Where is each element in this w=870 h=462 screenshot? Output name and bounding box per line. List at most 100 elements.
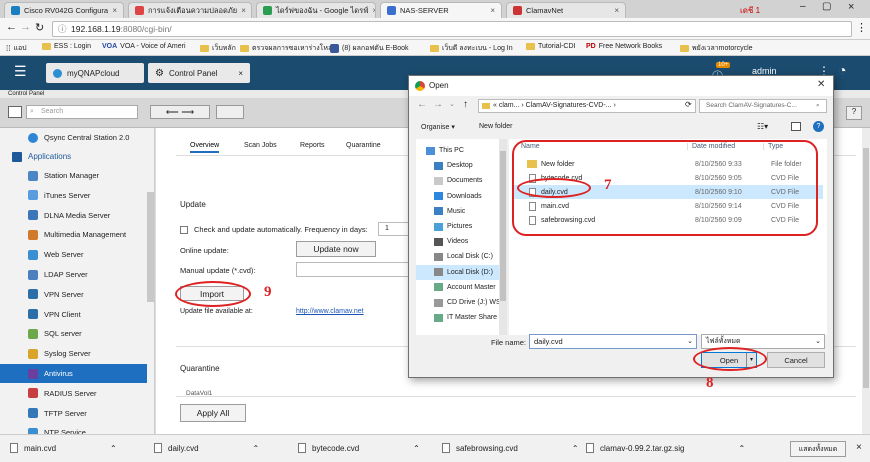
chevron-up-icon[interactable]: ⌃ [572,444,579,453]
browser-tab[interactable]: การแจ้งเตือนความปลอดภัย × [128,2,252,18]
close-icon[interactable]: × [490,6,495,15]
sidebar-item-multimedia-management[interactable]: Multimedia Management [0,225,147,244]
sidebar-item-dlna-media-server[interactable]: DLNA Media Server [0,206,147,225]
close-icon[interactable]: × [112,6,117,15]
bookmark-item[interactable]: PD Free Network Books [586,43,662,50]
nav-item[interactable]: Local Disk (D:) [416,264,504,280]
recent-dropdown-icon[interactable]: ⌄ [449,100,455,108]
download-item[interactable]: daily.cvd ⌃ [154,443,259,453]
sidebar-item-antivirus[interactable]: Antivirus [0,364,147,383]
nav-item[interactable]: Account Master [416,280,504,295]
bookmark-apps[interactable]: ⁞⁞ แอป [6,43,27,54]
download-item[interactable]: bytecode.cvd ⌃ [298,443,420,453]
nav-item[interactable]: Documents [416,173,504,188]
nav-item[interactable]: This PC [416,143,504,158]
nav-item[interactable]: Music [416,204,504,219]
chevron-up-icon[interactable]: ⌃ [110,444,117,453]
sidebar-item-station-manager[interactable]: Station Manager [0,166,147,185]
sidebar-item-vpn-client[interactable]: VPN Client [0,305,147,324]
bookmark-item[interactable]: Tutorial-CDI [526,43,575,50]
chevron-down-icon[interactable]: ⌄ [687,335,693,348]
bookmark-item[interactable]: เว็บหลัก [200,43,236,54]
minimize-icon[interactable]: – [800,1,806,12]
home-button[interactable] [216,105,244,119]
nav-item[interactable]: Local Disk (C:) [416,249,504,264]
nav-item[interactable]: IT Master Share ( [416,310,504,325]
download-item[interactable]: clamav-0.99.2.tar.gz.sig ⌃ [586,443,745,453]
close-icon[interactable]: × [241,6,246,15]
view-options-icon[interactable]: ☷▾ [757,122,768,131]
nav-item[interactable]: Desktop [416,158,504,173]
download-item[interactable]: main.cvd ⌃ [10,443,117,453]
close-icon[interactable]: × [238,69,243,78]
file-name-input[interactable]: daily.cvd ⌄ [529,334,697,349]
up-arrow-icon[interactable]: ↑ [463,99,468,110]
help-icon[interactable]: ? [813,121,824,132]
show-all-button[interactable]: แสดงทั้งหมด [790,441,846,457]
search-input[interactable]: ⌕ Search [26,105,138,119]
close-icon[interactable]: × [856,442,862,453]
sidebar-item-sql-server[interactable]: SQL server [0,324,147,343]
sidebar-item-itunes-server[interactable]: iTunes Server [0,186,147,205]
sidebar-toggle-icon[interactable] [8,106,22,118]
sidebar-section-applications[interactable]: Applications [0,147,147,166]
bookmark-item[interactable]: ESS : Login [42,43,91,50]
content-scrollbar-thumb[interactable] [863,148,869,388]
nav-scrollbar[interactable] [499,139,507,335]
preview-pane-icon[interactable] [791,122,801,131]
sidebar-item-vpn-server[interactable]: VPN Server [0,285,147,304]
cancel-button[interactable]: Cancel [767,352,825,368]
nav-item[interactable]: Pictures [416,219,504,234]
tab-reports[interactable]: Reports [300,142,325,149]
close-icon[interactable]: × [372,6,375,15]
browser-tab-active[interactable]: NAS-SERVER × [380,2,502,18]
bookmark-item[interactable]: (8) ผลกอฟตัน E-Book [330,43,409,54]
tab-quarantine[interactable]: Quarantine [346,142,381,149]
nav-item[interactable]: CD Drive (J:) WS [416,295,504,310]
sidebar-item-qsync[interactable]: Qsync Central Station 2.0 [0,128,147,147]
bookmark-item[interactable]: เว็บดี ลงทะเบน - Log In [430,43,513,54]
hamburger-menu-icon[interactable]: ☰ [14,63,27,80]
nav-scrollbar-thumb[interactable] [500,151,506,301]
browser-tab[interactable]: Cisco RV042G Configura × [4,2,124,18]
sidebar-item-ntp-service[interactable]: NTP Service [0,423,147,434]
breadcrumb[interactable]: « clam... › ClamAV-Signatures-CVD-... › [478,99,696,113]
sidebar-scrollbar[interactable] [147,192,154,302]
help-icon[interactable]: ? [846,106,862,120]
profile-name[interactable]: เดชี 1 [740,4,760,17]
browser-tab[interactable]: ไดร์ฟของฉัน - Google ไดรฟ์ × [256,2,376,18]
sidebar-item-radius-server[interactable]: RADIUS Server [0,384,147,403]
forward-icon[interactable]: → [20,21,31,33]
menu-icon[interactable]: ⋮ [856,21,867,34]
dashboard-gauge-icon[interactable]: ◔ [838,62,846,78]
bookmark-item[interactable]: พยังเวลาmotorcycle [680,43,753,54]
close-icon[interactable]: ✕ [817,79,825,90]
chevron-up-icon[interactable]: ⌃ [413,444,420,453]
sidebar-item-tftp-server[interactable]: TFTP Server [0,404,147,423]
manual-update-file-input[interactable] [296,262,416,277]
back-forward-buttons[interactable]: ⟵ ⟶ [150,105,210,119]
tab-control-panel[interactable]: ⚙ Control Panel × [148,63,250,83]
browser-tab[interactable]: ClamavNet × [506,2,626,18]
clamav-link[interactable]: http://www.clamav.net [296,308,364,315]
refresh-icon[interactable]: ⟳ [685,100,692,109]
update-now-button[interactable]: Update now [296,241,376,257]
bookmark-item[interactable]: VOA VOA - Voice of Ameri [102,43,186,50]
close-window-icon[interactable]: × [848,1,854,13]
auto-update-checkbox[interactable] [180,226,188,234]
tab-scan-jobs[interactable]: Scan Jobs [244,142,277,149]
bookmark-item[interactable]: ตรวจผลการซอเหาร่างโหล [240,43,332,54]
nav-item[interactable]: Downloads [416,189,504,204]
dialog-search-input[interactable]: Search ClamAV-Signatures-C... ⌕ [699,99,827,113]
apply-all-button[interactable]: Apply All [180,404,246,422]
sidebar-item-ldap-server[interactable]: LDAP Server [0,265,147,284]
new-folder-button[interactable]: New folder [479,123,512,130]
sidebar-item-syslog-server[interactable]: Syslog Server [0,344,147,363]
maximize-icon[interactable]: ▢ [822,1,831,12]
forward-arrow-icon[interactable]: → [433,99,443,110]
reload-icon[interactable]: ↻ [35,21,44,34]
chevron-up-icon[interactable]: ⌃ [738,444,745,453]
organise-menu[interactable]: Organise ▾ [421,123,455,131]
sidebar-item-web-server[interactable]: Web Server [0,245,147,264]
url-bar[interactable]: ⓘ 192.168.1.19:8080/cgi-bin/ [52,21,852,37]
